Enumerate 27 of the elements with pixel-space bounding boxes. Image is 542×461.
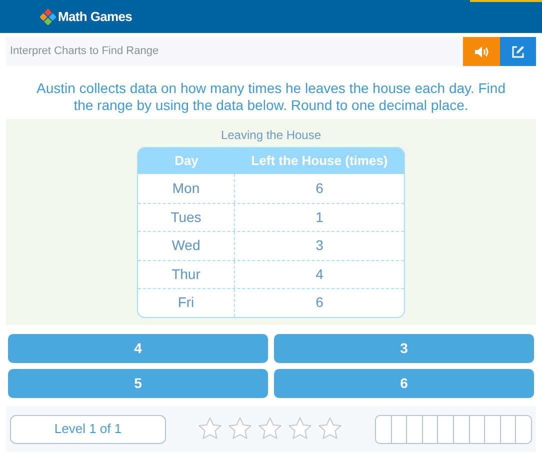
edit-button[interactable]	[500, 37, 536, 66]
answer-button[interactable]: 6	[274, 369, 534, 398]
table-cell: Wed	[138, 232, 235, 260]
table-cell-text: 6	[314, 178, 324, 198]
table-cell-text: 4	[314, 264, 324, 284]
logo-icon	[40, 8, 56, 24]
table-caption: Leaving the House	[220, 127, 322, 144]
audio-button[interactable]	[463, 37, 500, 66]
logo-text[interactable]: Math Games	[58, 6, 132, 26]
column-header: Day	[174, 152, 200, 170]
table-cell: Tues	[138, 204, 235, 231]
answer-button[interactable]: 3	[274, 334, 534, 363]
table-cell: Thur	[138, 260, 235, 288]
answer-button[interactable]: 4	[8, 334, 268, 363]
column-header: Left the House (times)	[250, 152, 389, 170]
question-text: Austin collects data on how many times he leaves the house each day. Find the range by using the data below. Round to one decimal place.	[35, 80, 506, 114]
speaker-icon	[474, 44, 490, 58]
table-cell-text: 6	[314, 293, 324, 312]
level-label: Level 1 of 1	[10, 414, 166, 444]
table-cell: Mon	[138, 174, 235, 202]
top-accent	[470, 0, 542, 2]
table-cell-text: 1	[314, 208, 324, 227]
edit-icon	[511, 44, 525, 58]
table-cell-text: 3	[314, 236, 324, 256]
table-cell: Fri	[138, 289, 235, 316]
answer-button[interactable]: 5	[8, 369, 268, 398]
lesson-title: Interpret Charts to Find Range	[9, 44, 160, 60]
